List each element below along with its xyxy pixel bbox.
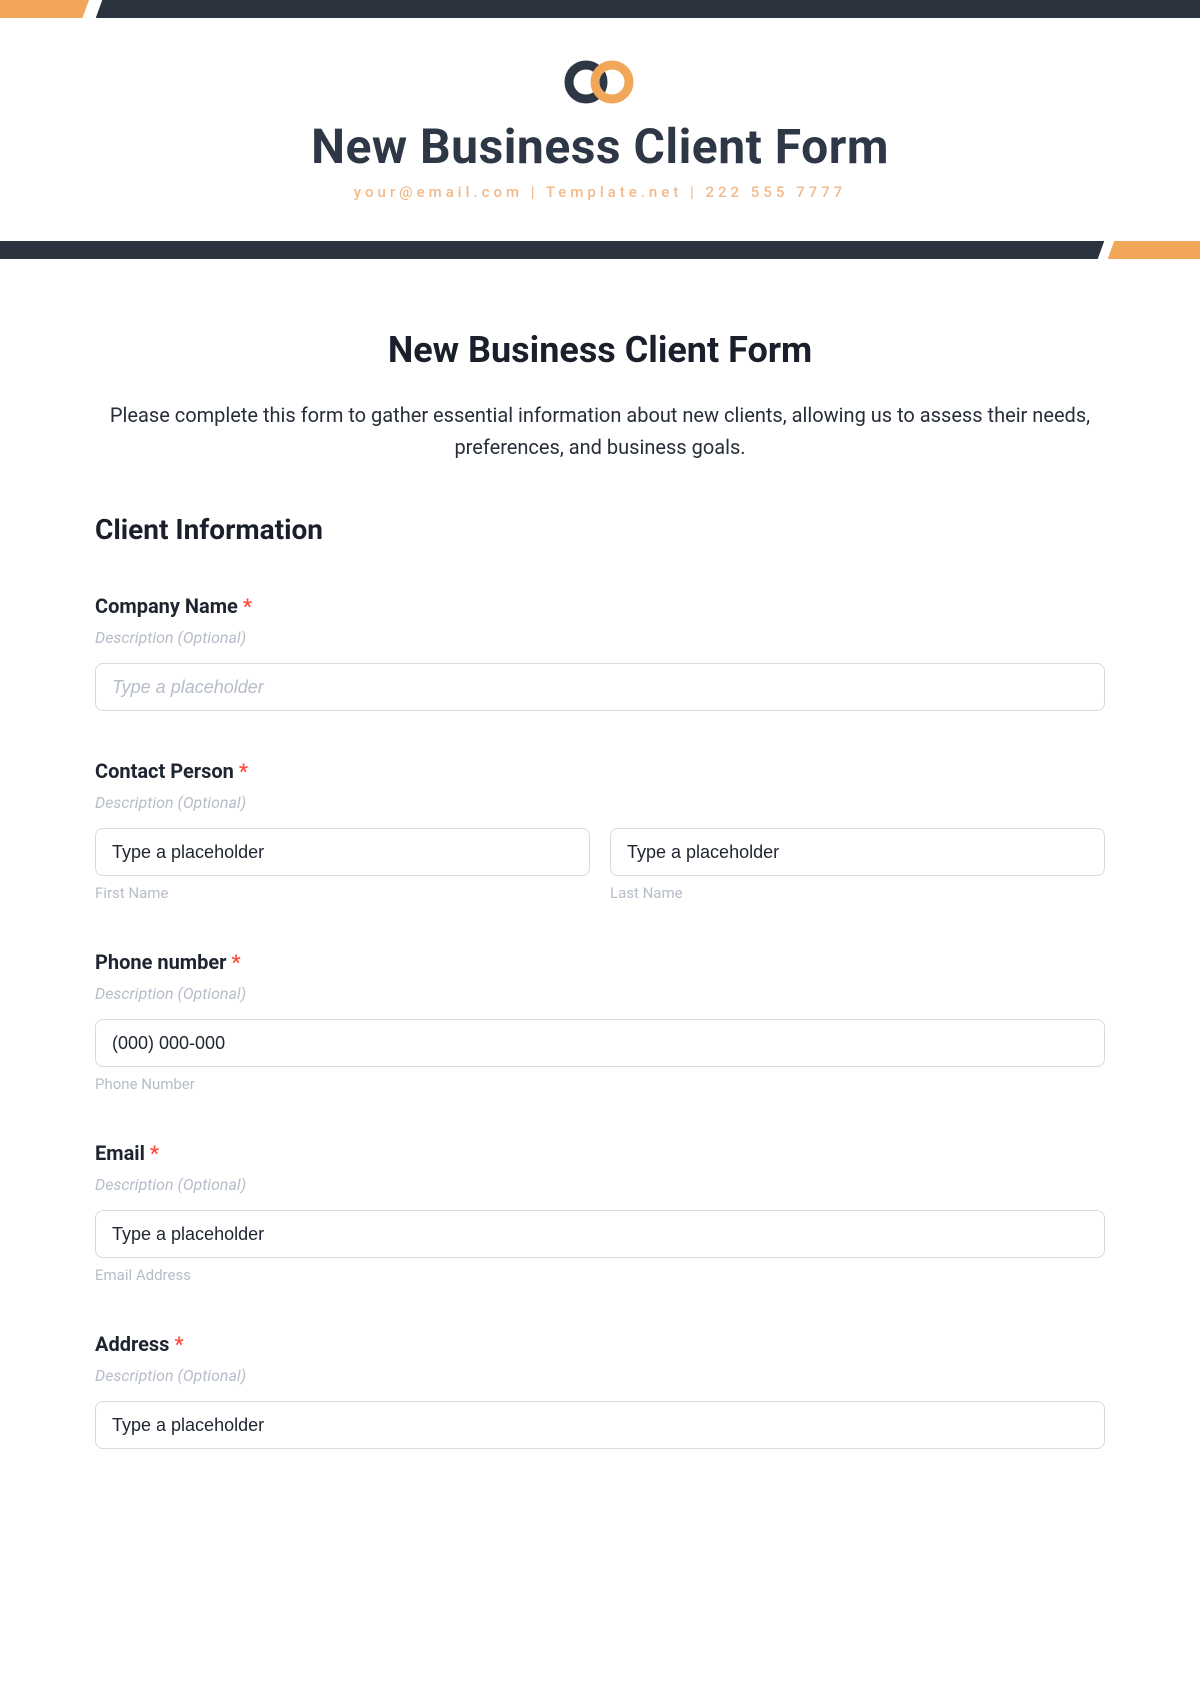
company-name-input[interactable] xyxy=(95,663,1105,711)
top-decor xyxy=(0,0,1200,18)
field-phone: Phone number * Description (Optional) Ph… xyxy=(95,950,1105,1093)
address-description: Description (Optional) xyxy=(95,1366,1105,1385)
phone-input[interactable] xyxy=(95,1019,1105,1067)
first-name-sublabel: First Name xyxy=(95,884,590,902)
field-company-name: Company Name * Description (Optional) xyxy=(95,594,1105,711)
phone-label: Phone number * xyxy=(95,950,1105,974)
company-name-label: Company Name * xyxy=(95,594,1105,618)
contact-person-label: Contact Person * xyxy=(95,759,1105,783)
phone-description: Description (Optional) xyxy=(95,984,1105,1003)
last-name-input[interactable] xyxy=(610,828,1105,876)
company-name-description: Description (Optional) xyxy=(95,628,1105,647)
last-name-sublabel: Last Name xyxy=(610,884,1105,902)
phone-sublabel: Phone Number xyxy=(95,1075,1105,1093)
form-description: Please complete this form to gather esse… xyxy=(95,399,1105,463)
field-email: Email * Description (Optional) Email Add… xyxy=(95,1141,1105,1284)
required-icon: * xyxy=(231,950,240,974)
form-title: New Business Client Form xyxy=(95,329,1105,371)
required-icon: * xyxy=(239,759,248,783)
field-contact-person: Contact Person * Description (Optional) … xyxy=(95,759,1105,902)
header-subline: your@email.com | Template.net | 222 555 … xyxy=(40,183,1160,201)
address-input[interactable] xyxy=(95,1401,1105,1449)
field-address: Address * Description (Optional) xyxy=(95,1332,1105,1449)
required-icon: * xyxy=(174,1332,183,1356)
email-label: Email * xyxy=(95,1141,1105,1165)
first-name-input[interactable] xyxy=(95,828,590,876)
section-client-info: Client Information xyxy=(95,513,1105,546)
address-label: Address * xyxy=(95,1332,1105,1356)
email-description: Description (Optional) xyxy=(95,1175,1105,1194)
header-title: New Business Client Form xyxy=(40,118,1160,175)
form-body: New Business Client Form Please complete… xyxy=(0,259,1200,1449)
logo-icon xyxy=(40,58,1160,106)
required-icon: * xyxy=(150,1141,159,1165)
email-sublabel: Email Address xyxy=(95,1266,1105,1284)
document-header: New Business Client Form your@email.com … xyxy=(0,18,1200,241)
contact-person-description: Description (Optional) xyxy=(95,793,1105,812)
email-input[interactable] xyxy=(95,1210,1105,1258)
required-icon: * xyxy=(243,594,252,618)
divider-decor xyxy=(0,241,1200,259)
